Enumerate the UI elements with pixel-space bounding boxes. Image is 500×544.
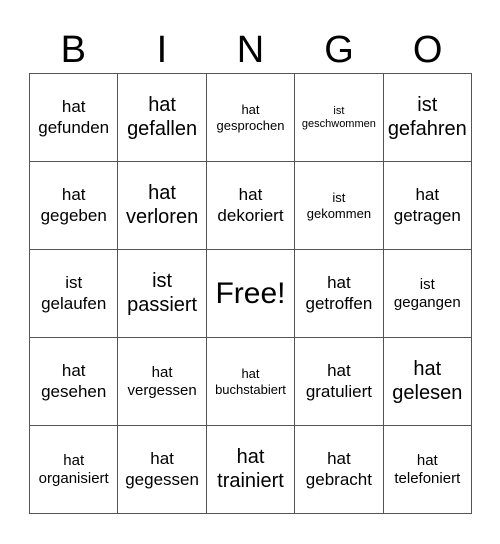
- bingo-cell[interactable]: hat gefunden: [30, 74, 119, 162]
- bingo-cell-text: ist gefahren: [387, 93, 467, 140]
- bingo-cell[interactable]: hat gegeben: [30, 162, 119, 250]
- bingo-cell-text: hat buchstabiert: [215, 366, 286, 397]
- bingo-cell-text: hat gegessen: [125, 449, 199, 489]
- bingo-cell[interactable]: ist gelaufen: [30, 250, 119, 338]
- bingo-cell-text: ist gelaufen: [41, 273, 107, 313]
- bingo-cell-text: hat vergessen: [127, 363, 197, 399]
- bingo-cell-text: hat telefoniert: [394, 451, 461, 487]
- header-letter: I: [156, 29, 168, 71]
- bingo-cell[interactable]: ist gefahren: [383, 74, 472, 162]
- bingo-cell[interactable]: hat gefallen: [118, 74, 207, 162]
- bingo-cell-text: hat trainiert: [217, 445, 284, 492]
- bingo-cell[interactable]: hat trainiert: [206, 426, 296, 514]
- bingo-cell[interactable]: hat gratuliert: [295, 338, 384, 426]
- bingo-cell-text: hat gefunden: [38, 97, 110, 137]
- bingo-cell-text: hat dekoriert: [217, 185, 284, 225]
- bingo-cell-text: Free!: [215, 276, 286, 310]
- bingo-cell-text: hat gefallen: [127, 93, 198, 140]
- bingo-cell-text: hat gelesen: [392, 357, 463, 404]
- bingo-cell[interactable]: hat getragen: [383, 162, 472, 250]
- bingo-cell-text: hat verloren: [125, 181, 199, 228]
- bingo-cell-text: hat organisiert: [38, 451, 109, 487]
- bingo-cell[interactable]: hat gesehen: [30, 338, 119, 426]
- bingo-cell[interactable]: ist passiert: [118, 250, 207, 338]
- bingo-cell-text: hat getragen: [393, 185, 461, 225]
- bingo-cell[interactable]: hat gegessen: [118, 426, 207, 514]
- bingo-cell-text: hat getroffen: [305, 273, 373, 313]
- header-letter: N: [236, 29, 265, 71]
- bingo-header: B I N G O: [29, 28, 472, 73]
- bingo-cell[interactable]: ist gekommen: [295, 162, 384, 250]
- bingo-cell[interactable]: hat telefoniert: [383, 426, 472, 514]
- bingo-cell-text: hat gegeben: [40, 185, 107, 225]
- bingo-cell[interactable]: hat gesprochen: [206, 74, 296, 162]
- bingo-cell-text: ist gekommen: [306, 190, 372, 221]
- bingo-cell-text: ist geschwommen: [301, 104, 376, 130]
- bingo-cell-text: hat gebracht: [305, 449, 372, 489]
- bingo-cell[interactable]: ist geschwommen: [295, 74, 384, 162]
- bingo-cell[interactable]: hat buchstabiert: [206, 338, 296, 426]
- bingo-grid: hat gefunden hat gefallen hat gesprochen is…: [29, 73, 472, 514]
- bingo-cell[interactable]: hat gebracht: [295, 426, 384, 514]
- bingo-cell-text: hat gesehen: [41, 361, 107, 401]
- bingo-cell-text: hat gratuliert: [305, 361, 372, 401]
- bingo-cell[interactable]: hat dekoriert: [206, 162, 296, 250]
- header-letter: G: [324, 29, 354, 71]
- bingo-cell[interactable]: ist gegangen: [383, 250, 472, 338]
- bingo-cell[interactable]: hat vergessen: [118, 338, 207, 426]
- bingo-cell-text: hat gesprochen: [216, 102, 285, 133]
- bingo-cell[interactable]: hat verloren: [118, 162, 207, 250]
- header-letter: O: [412, 29, 443, 71]
- bingo-free-cell[interactable]: Free!: [206, 250, 296, 338]
- bingo-cell-text: ist passiert: [127, 269, 198, 316]
- bingo-cell-text: ist gegangen: [393, 275, 461, 311]
- bingo-cell[interactable]: hat gelesen: [383, 338, 472, 426]
- header-letter: B: [60, 29, 86, 71]
- bingo-cell[interactable]: hat organisiert: [30, 426, 119, 514]
- bingo-cell[interactable]: hat getroffen: [295, 250, 384, 338]
